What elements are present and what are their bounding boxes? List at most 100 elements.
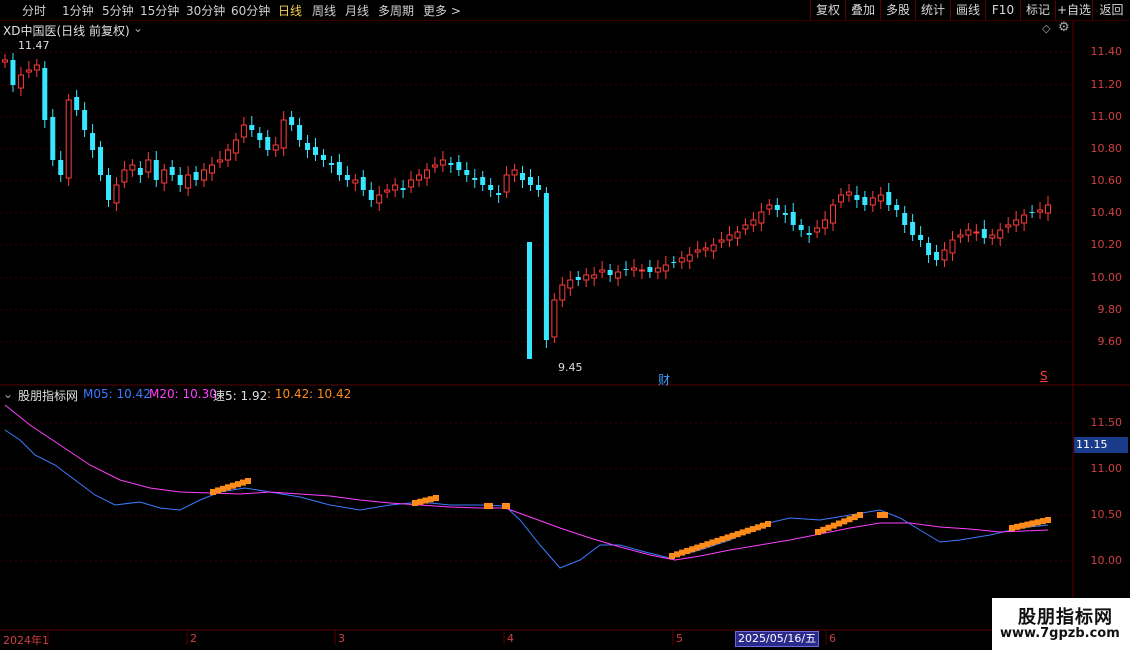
candle-body xyxy=(599,269,606,273)
signal-dot xyxy=(417,498,424,505)
candle-body xyxy=(630,267,637,271)
candle-body xyxy=(496,193,502,195)
signal-dot xyxy=(1034,519,1041,526)
m20-line xyxy=(4,404,1049,561)
candle-body xyxy=(520,173,526,180)
candle-body xyxy=(153,160,159,180)
candle-body xyxy=(305,143,311,150)
candle-body xyxy=(129,164,136,171)
signal-dot xyxy=(245,478,251,484)
signal-dot xyxy=(427,496,434,503)
price-axis-label: 11.20 xyxy=(1090,78,1123,91)
indicator-current-value: 11.15 xyxy=(1076,438,1108,451)
candle-body xyxy=(766,204,773,210)
signal-dot xyxy=(412,500,418,506)
m20-value: M20: 10.30 xyxy=(149,387,217,401)
candle-body xyxy=(480,177,486,185)
settings-icon[interactable]: ⚙ xyxy=(1058,20,1070,35)
price-axis-label: 11.40 xyxy=(1090,45,1123,58)
candle-body xyxy=(686,254,693,262)
price-axis-label: 10.80 xyxy=(1090,142,1123,155)
price-axis-label: 10.60 xyxy=(1090,174,1123,187)
candle-body xyxy=(886,192,892,205)
candle-body xyxy=(638,269,645,272)
diamond-icon[interactable]: ◇ xyxy=(1042,22,1050,35)
indicator-value-1: : 10.42 xyxy=(267,387,310,401)
signal-dot xyxy=(815,529,821,535)
candle-body xyxy=(1013,219,1020,226)
candle-body xyxy=(464,170,470,175)
price-axis-label: 9.60 xyxy=(1097,335,1123,348)
indicator-lines xyxy=(4,404,1051,569)
candle-body xyxy=(575,277,581,280)
candle-body xyxy=(910,222,916,235)
candle-body xyxy=(106,175,112,200)
stock-title: XD中国医(日线 前复权) xyxy=(3,24,130,38)
indicator-value-2: : 10.42 xyxy=(309,387,352,401)
signal-dot xyxy=(820,526,827,533)
candle-body xyxy=(1029,212,1035,213)
signal-dot xyxy=(487,503,493,509)
candle-body xyxy=(384,189,391,193)
candle-body xyxy=(137,168,143,175)
candle-body xyxy=(161,169,168,184)
time-label: 4 xyxy=(507,632,514,645)
low-price-marker: 9.45 xyxy=(558,361,583,374)
candle-body xyxy=(726,234,733,241)
price-axis-label: 11.00 xyxy=(1090,110,1123,123)
candle-body xyxy=(535,185,541,190)
candle-body xyxy=(750,219,757,226)
candle-body xyxy=(742,224,749,230)
financial-report-marker[interactable]: 财 xyxy=(658,371,670,388)
price-axis-label: 10.20 xyxy=(1090,238,1123,251)
candle-body xyxy=(607,270,613,275)
signal-dot xyxy=(504,503,510,509)
candle-body xyxy=(368,190,374,200)
signal-dot xyxy=(1045,517,1051,523)
candle-body xyxy=(941,249,948,261)
candle-body xyxy=(2,59,8,63)
candle-body xyxy=(224,149,231,161)
candle-body xyxy=(145,159,152,173)
candle-body xyxy=(431,164,438,168)
candle-body xyxy=(869,197,876,206)
candle-body xyxy=(503,174,510,193)
candle-body xyxy=(448,163,454,165)
candle-body xyxy=(949,239,956,254)
candle-body xyxy=(313,147,319,155)
time-label: 2 xyxy=(190,632,197,645)
candle-body xyxy=(894,205,900,210)
candle-body xyxy=(837,194,844,203)
candle-body xyxy=(862,197,868,205)
candle-body xyxy=(559,284,566,301)
signal-dot xyxy=(841,518,848,525)
m05-line xyxy=(4,429,1049,569)
candle-body xyxy=(25,69,32,73)
signal-dot xyxy=(1019,522,1026,529)
candle-body xyxy=(328,163,334,165)
candle-body xyxy=(113,184,120,204)
time-label: 3 xyxy=(338,632,345,645)
candle-body xyxy=(392,184,399,191)
signal-dot xyxy=(1029,520,1036,527)
candle-body xyxy=(567,279,574,289)
candle-body xyxy=(1037,209,1044,213)
candle-body xyxy=(74,97,80,110)
candle-body xyxy=(710,244,717,252)
signal-dot xyxy=(433,495,439,501)
candle-body xyxy=(169,167,175,175)
s-marker[interactable]: S xyxy=(1040,369,1048,383)
indicator-chevron-icon[interactable]: ⌄ xyxy=(3,387,13,401)
candle-body xyxy=(662,264,669,272)
candle-body xyxy=(973,231,980,234)
kline-chart[interactable] xyxy=(0,0,1130,650)
candle-body xyxy=(774,205,780,210)
chevron-down-icon[interactable]: ⌄ xyxy=(133,21,143,35)
candle-body xyxy=(957,234,964,238)
signal-dot xyxy=(857,512,863,518)
candle-body xyxy=(814,227,821,233)
candle-body xyxy=(989,234,996,239)
candle-body xyxy=(877,194,884,202)
signal-dot xyxy=(1014,523,1021,530)
grid-lines xyxy=(0,51,1073,562)
